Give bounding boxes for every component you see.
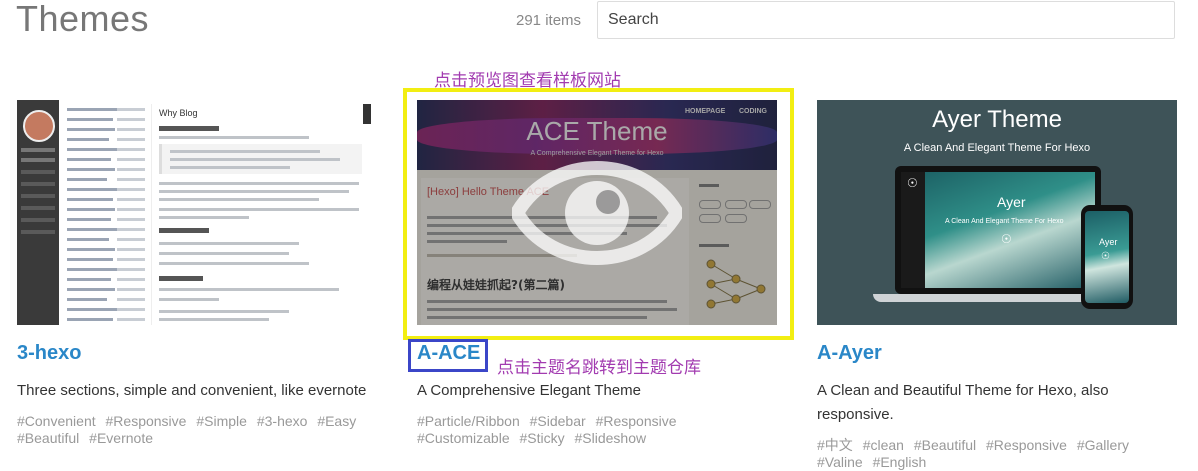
tag-link[interactable]: #Responsive — [596, 413, 677, 430]
tag-link[interactable]: #English — [873, 454, 927, 471]
tag-link[interactable]: #Customizable — [417, 430, 510, 447]
tag-link[interactable]: #Simple — [196, 413, 247, 430]
name-hint-annotation: 点击主题名跳转到主题仓库 — [497, 358, 701, 378]
tag-link[interactable]: #Beautiful — [914, 437, 976, 454]
avatar — [23, 110, 55, 142]
thumb-sidebar — [17, 100, 59, 325]
thumb-phone-title: Ayer — [1099, 237, 1118, 247]
search-input[interactable] — [597, 1, 1175, 39]
tag-link[interactable]: #Valine — [817, 454, 863, 471]
theme-name-link[interactable]: A-Ayer — [817, 339, 1177, 367]
thumb-blog-title: Why Blog — [159, 108, 198, 118]
preview-highlight-box — [403, 88, 794, 340]
theme-description: A Comprehensive Elegant Theme — [417, 382, 642, 399]
tag-link[interactable]: #Sticky — [520, 430, 565, 447]
theme-card-a-ayer: Ayer Theme A Clean And Elegant Theme For… — [817, 100, 1177, 471]
theme-tags: #中文 #clean #Beautiful #Responsive #Galle… — [817, 437, 1177, 471]
tag-link[interactable]: #clean — [863, 437, 904, 454]
thumb-screen-subtitle: A Clean And Elegant Theme For Hexo — [945, 218, 1064, 225]
thumb-article: Why Blog — [157, 100, 377, 325]
theme-name-link[interactable]: 3-hexo — [17, 339, 377, 367]
phone-mockup: Ayer ☉ — [1081, 205, 1133, 309]
thumb-scrollbar — [363, 104, 371, 124]
tag-link[interactable]: #Particle/Ribbon — [417, 413, 520, 430]
theme-description: Three sections, simple and convenient, l… — [17, 382, 367, 399]
theme-tags: #Convenient #Responsive #Simple #3-hexo … — [17, 413, 377, 447]
tag-link[interactable]: #Sidebar — [530, 413, 586, 430]
page-title: Themes — [16, 0, 150, 39]
theme-description: A Clean and Beautiful Theme for Hexo, al… — [817, 382, 1109, 423]
tag-link[interactable]: #3-hexo — [257, 413, 308, 430]
tag-link[interactable]: #Gallery — [1077, 437, 1129, 454]
thumb-title: Ayer Theme — [932, 106, 1062, 133]
tag-link[interactable]: #Slideshow — [575, 430, 647, 447]
theme-preview-thumbnail[interactable]: Ayer Theme A Clean And Elegant Theme For… — [817, 100, 1177, 325]
item-count: 291 items — [516, 12, 582, 29]
tag-link[interactable]: #Beautiful — [17, 430, 79, 447]
theme-tags: #Particle/Ribbon #Sidebar #Responsive #C… — [417, 413, 777, 447]
tag-link[interactable]: #Responsive — [106, 413, 187, 430]
tag-link[interactable]: #Responsive — [986, 437, 1067, 454]
tag-link[interactable]: #Evernote — [89, 430, 153, 447]
theme-card-3-hexo: Why Blog 3-hexo Three sections, simple a… — [17, 100, 377, 447]
theme-name-highlight-box — [408, 339, 488, 372]
tag-link[interactable]: #Easy — [317, 413, 356, 430]
thumb-dates — [117, 104, 151, 325]
laptop-mockup: ☉ Ayer A Clean And Elegant Theme For Hex… — [895, 166, 1101, 294]
thumb-screen-title: Ayer — [997, 194, 1026, 210]
tag-link[interactable]: #Convenient — [17, 413, 96, 430]
thumb-subtitle: A Clean And Elegant Theme For Hexo — [903, 142, 1091, 154]
tag-link[interactable]: #中文 — [817, 437, 853, 454]
theme-preview-thumbnail[interactable]: Why Blog — [17, 100, 377, 325]
